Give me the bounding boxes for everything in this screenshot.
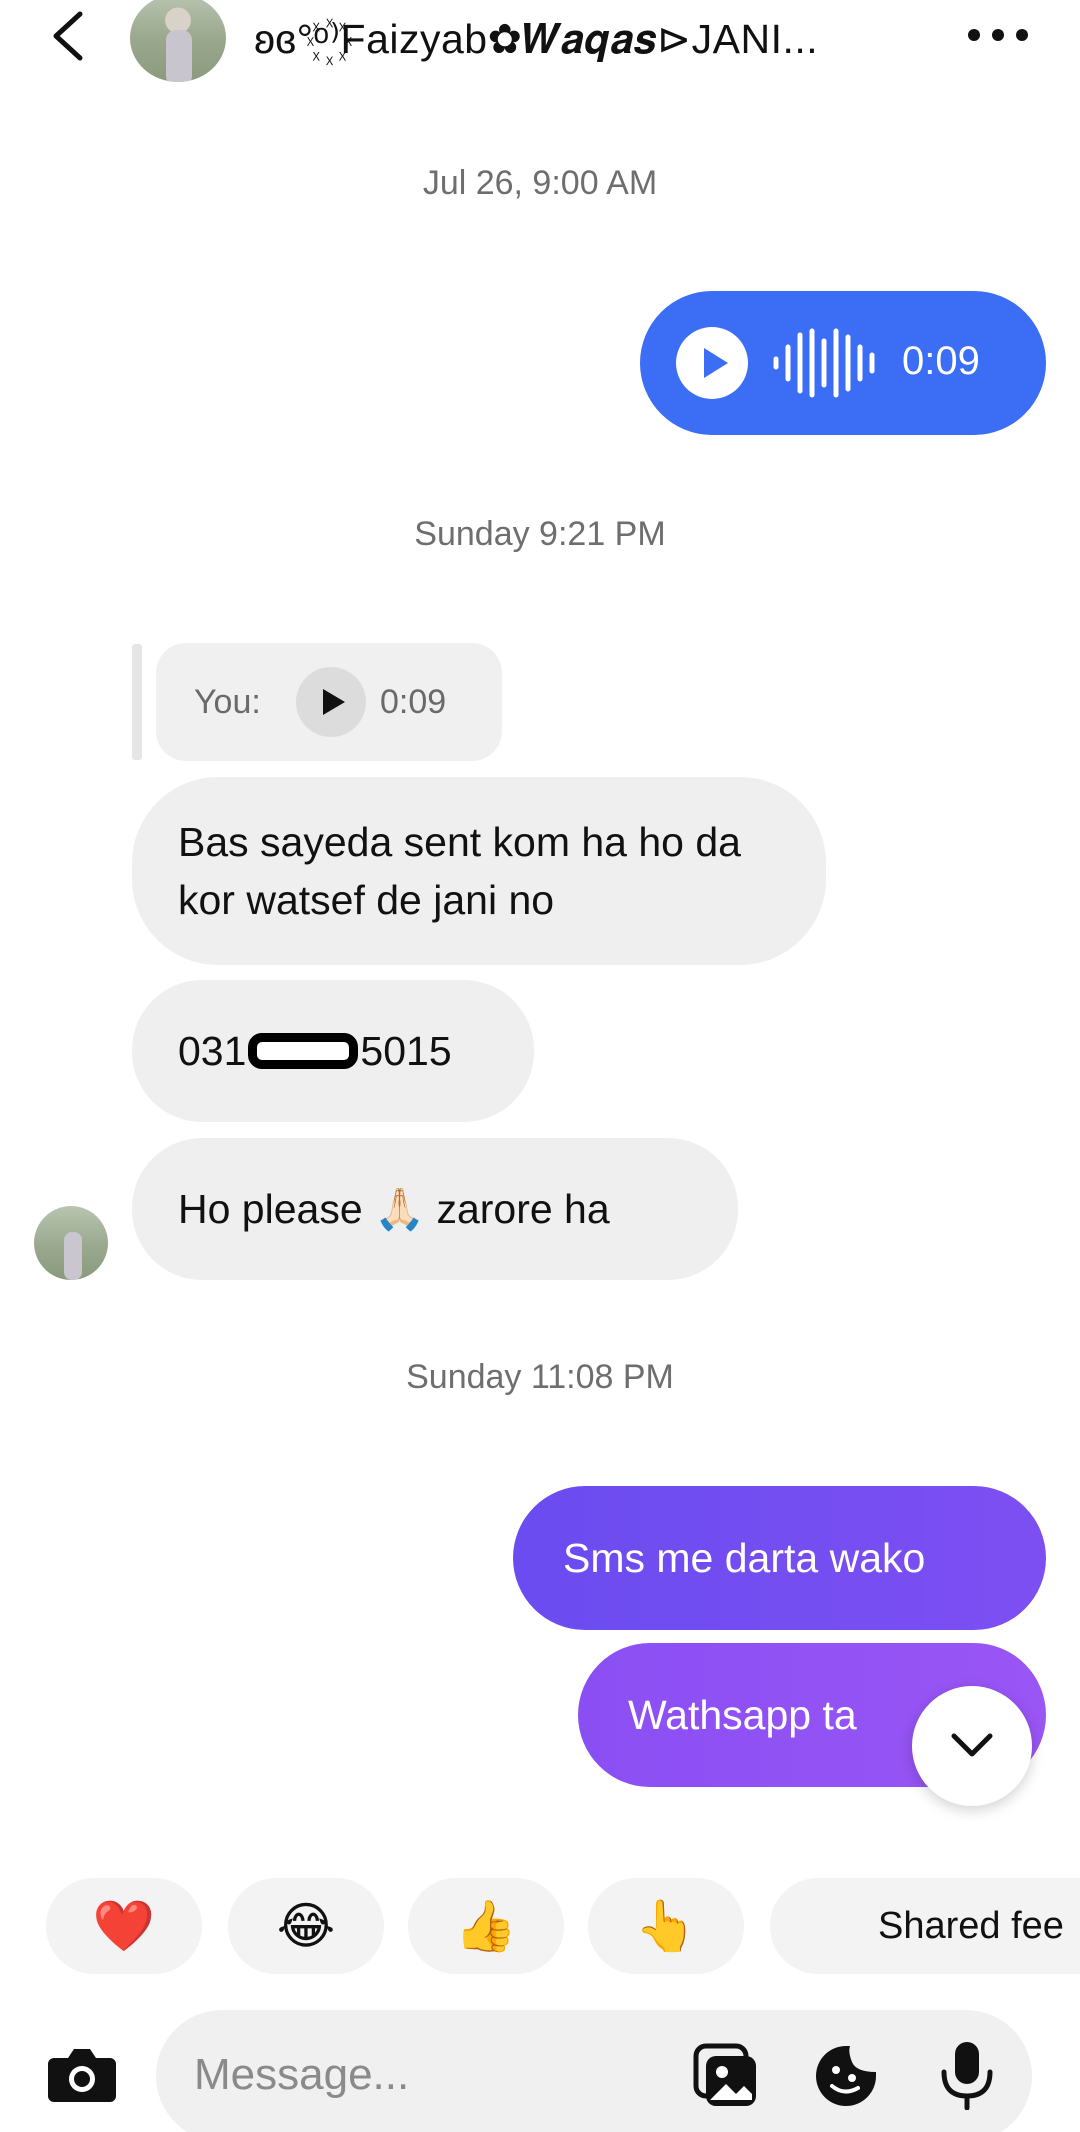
reply-indicator-bar [132, 644, 142, 760]
voice-duration: 0:09 [902, 339, 980, 383]
shared-feed-chip[interactable]: Shared fee [770, 1878, 1080, 1974]
incoming-message[interactable]: 031 5015 [132, 980, 534, 1122]
scroll-to-bottom-button[interactable] [912, 1686, 1032, 1806]
reaction-heart[interactable]: ❤️ [46, 1878, 202, 1974]
timestamp: Sunday 11:08 PM [406, 1358, 674, 1396]
reaction-thumbs-up[interactable]: 👍 [408, 1878, 564, 1974]
message-input[interactable] [194, 2042, 634, 2108]
outgoing-voice-message[interactable]: 0:09 [640, 291, 1046, 435]
gallery-icon[interactable] [692, 2042, 760, 2110]
back-arrow-icon[interactable] [44, 8, 94, 64]
timestamp: Jul 26, 9:00 AM [422, 164, 658, 202]
redaction-mark [248, 1033, 359, 1069]
incoming-message[interactable]: Ho please 🙏🏻 zarore ha [132, 1138, 738, 1280]
chevron-down-icon [951, 1733, 993, 1757]
message-text: Sms me darta wako [563, 1534, 926, 1581]
waveform-icon [773, 328, 875, 398]
message-text-end: 5015 [360, 1028, 452, 1074]
incoming-message[interactable]: Bas sayeda sent kom ha ho da kor watsef … [132, 777, 826, 965]
more-options-icon[interactable] [966, 20, 1030, 50]
chat-header: ʚɞ°ᵒ꙰⁾Faizyab✿𝑾𝒂𝒒𝒂𝒔⊳JANI... [0, 0, 1080, 82]
play-icon[interactable] [676, 327, 748, 399]
camera-icon[interactable] [46, 2044, 118, 2104]
timestamp: Sunday 9:21 PM [414, 515, 666, 553]
reply-sender-label: You: [194, 683, 261, 721]
message-text: Wathsapp ta [628, 1691, 857, 1738]
message-text: Ho please 🙏🏻 zarore ha [178, 1186, 610, 1232]
message-text-start: 031 [178, 1028, 247, 1074]
reaction-point-up[interactable]: 👆 [588, 1878, 744, 1974]
reaction-laugh[interactable]: 😂 [228, 1878, 384, 1974]
contact-avatar[interactable] [130, 0, 226, 82]
microphone-icon[interactable] [938, 2040, 996, 2110]
contact-name[interactable]: ʚɞ°ᵒ꙰⁾Faizyab✿𝑾𝒂𝒒𝒂𝒔⊳JANI... [254, 10, 914, 66]
play-icon[interactable] [296, 667, 366, 737]
message-composer [156, 2010, 1032, 2132]
replied-voice-preview[interactable]: You: 0:09 [156, 643, 502, 761]
sticker-icon[interactable] [812, 2042, 880, 2110]
quick-reactions-bar: ❤️ 😂 👍 👆 Shared fee [0, 1878, 1080, 1974]
outgoing-message[interactable]: Sms me darta wako [513, 1486, 1046, 1630]
message-text: Bas sayeda sent kom ha ho da kor watsef … [178, 819, 741, 923]
reply-voice-duration: 0:09 [380, 683, 447, 721]
sender-avatar[interactable] [34, 1206, 108, 1280]
